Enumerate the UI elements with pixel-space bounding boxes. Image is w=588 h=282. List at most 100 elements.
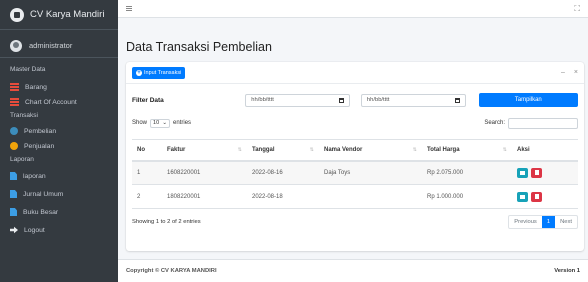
length-control: Show 10 ⌄ entries — [132, 118, 192, 128]
card-tools: – × — [561, 69, 578, 76]
cell-vendor: Daja Toys — [319, 160, 422, 185]
sidebar-item-label: Logout — [24, 226, 45, 234]
sidebar-item-chart-of-account[interactable]: Chart Of Account — [0, 96, 118, 108]
sidebar-item-laporan[interactable]: laporan — [0, 170, 118, 182]
sidebar-item-barang[interactable]: Barang — [0, 81, 118, 93]
user-avatar-icon — [10, 39, 22, 52]
table-row: 2 1808220001 2022-08-18 Rp 1.000.000 — [132, 184, 578, 209]
pagination: Previous 1 Next — [508, 215, 578, 229]
column-header-tanggal[interactable]: Tanggal ⇅ — [247, 139, 319, 162]
file-icon — [10, 190, 17, 198]
minimize-icon[interactable]: – — [561, 69, 565, 76]
calendar-icon[interactable] — [454, 97, 460, 103]
copyright-text: Copyright © CV KARYA MANDIRI — [126, 268, 217, 274]
plus-circle-icon: + — [136, 69, 142, 76]
trash-icon[interactable] — [531, 191, 542, 202]
sidebar-item-label: laporan — [23, 172, 46, 180]
close-icon[interactable]: × — [574, 69, 578, 76]
print-icon[interactable] — [517, 191, 528, 202]
sidebar-item-label: Chart Of Account — [25, 98, 77, 106]
hamburger-menu-icon[interactable] — [126, 6, 132, 11]
date-placeholder: hh/bb/tttt — [251, 97, 274, 103]
main-footer: Copyright © CV KARYA MANDIRI Version 1 — [118, 259, 588, 282]
brand-name: CV Karya Mandiri — [30, 9, 105, 20]
nav-header-transaksi: Transaksi — [10, 112, 38, 119]
length-prefix: Show — [132, 120, 148, 126]
input-transaksi-label: Input Transaksi — [144, 69, 182, 76]
sidebar-item-pembelian[interactable]: Pembelian — [0, 125, 118, 137]
entries-select[interactable]: 10 ⌄ — [150, 118, 171, 128]
sidebar-item-buku-besar[interactable]: Buku Besar — [0, 206, 118, 218]
entries-value: 10 — [153, 120, 160, 126]
user-panel[interactable]: administrator — [0, 34, 118, 58]
page-title: Data Transaksi Pembelian — [126, 40, 272, 54]
tampilkan-button[interactable]: Tampilkan — [478, 93, 579, 107]
nav-header-master-data: Master Data — [10, 66, 46, 73]
content-wrapper: ⛶ Data Transaksi Pembelian + Input Trans… — [118, 0, 588, 282]
cell-no: 2 — [132, 184, 162, 209]
fullscreen-icon[interactable]: ⛶ — [574, 4, 580, 14]
filter-label: Filter Data — [132, 96, 164, 104]
table-icon — [10, 98, 19, 106]
input-transaksi-button[interactable]: + Input Transaksi — [132, 66, 186, 79]
cell-total: Rp 1.000.000 — [422, 184, 512, 209]
sidebar: CV Karya Mandiri administrator Master Da… — [0, 0, 118, 282]
card-header: + Input Transaksi – × — [126, 62, 584, 84]
transactions-table: No Faktur ⇅ Tanggal ⇅ Nama Vendor ⇅ Total H… — [132, 139, 578, 209]
nav-header-laporan: Laporan — [10, 156, 34, 163]
trash-icon[interactable] — [531, 167, 542, 178]
cell-actions — [512, 160, 578, 185]
previous-page-button[interactable]: Previous — [509, 216, 542, 228]
sidebar-item-label: Penjualan — [24, 142, 55, 150]
column-header-vendor[interactable]: Nama Vendor ⇅ — [319, 139, 422, 162]
brand-link[interactable]: CV Karya Mandiri — [0, 0, 118, 30]
chevron-down-icon: ⌄ — [162, 120, 168, 126]
search-label: Search: — [484, 120, 505, 126]
cell-faktur: 1808220001 — [162, 184, 247, 209]
filter-row: Filter Data hh/bb/tttt hh/bb/tttt Tampil… — [132, 92, 579, 108]
end-date-input[interactable]: hh/bb/tttt — [360, 93, 466, 107]
next-page-button[interactable]: Next — [555, 216, 577, 228]
table-footer: Showing 1 to 2 of 2 entries Previous 1 N… — [132, 215, 578, 229]
brand-logo-icon — [10, 7, 24, 22]
circle-icon — [10, 127, 18, 135]
column-header-no[interactable]: No — [132, 139, 162, 162]
sort-icon: ⇅ — [309, 147, 314, 153]
page-1-button[interactable]: 1 — [541, 216, 556, 228]
length-suffix: entries — [173, 120, 192, 126]
date-placeholder: hh/bb/tttt — [366, 97, 390, 103]
print-icon[interactable] — [517, 167, 528, 178]
sort-icon: ⇅ — [237, 147, 242, 153]
start-date-input[interactable]: hh/bb/tttt — [245, 93, 350, 107]
table-header-row: No Faktur ⇅ Tanggal ⇅ Nama Vendor ⇅ Total H… — [132, 139, 578, 162]
sidebar-item-label: Buku Besar — [23, 208, 59, 216]
column-header-total[interactable]: Total Harga ⇅ — [422, 139, 512, 162]
cell-no: 1 — [132, 160, 162, 185]
search-control: Search: — [484, 117, 578, 129]
cell-tanggal: 2022-08-16 — [247, 160, 319, 185]
circle-icon — [10, 142, 18, 150]
file-icon — [10, 208, 17, 216]
user-name: administrator — [29, 41, 73, 50]
cell-total: Rp 2.075.000 — [422, 160, 512, 185]
entries-info: Showing 1 to 2 of 2 entries — [132, 219, 201, 225]
cell-actions — [512, 184, 578, 209]
sidebar-item-label: Pembelian — [24, 127, 57, 135]
calendar-icon[interactable] — [338, 97, 344, 103]
sidebar-item-label: Barang — [25, 83, 47, 91]
sidebar-item-penjualan[interactable]: Penjualan — [0, 140, 118, 152]
transaction-card: + Input Transaksi – × Filter Data hh/bb/… — [126, 62, 584, 251]
file-icon — [10, 172, 17, 180]
column-header-faktur[interactable]: Faktur ⇅ — [162, 139, 247, 162]
column-header-aksi[interactable]: Aksi — [512, 139, 578, 162]
table-row: 1 1608220001 2022-08-16 Daja Toys Rp 2.0… — [132, 160, 578, 185]
sidebar-item-jurnal-umum[interactable]: Jurnal Umum — [0, 188, 118, 200]
table-controls: Show 10 ⌄ entries Search: — [132, 116, 578, 130]
sidebar-item-logout[interactable]: Logout — [0, 224, 118, 236]
version-text: Version 1 — [554, 268, 580, 274]
cell-tanggal: 2022-08-18 — [247, 184, 319, 209]
cell-faktur: 1608220001 — [162, 160, 247, 185]
sort-icon: ⇅ — [412, 147, 417, 153]
search-input[interactable] — [508, 117, 578, 129]
top-navbar: ⛶ — [118, 0, 588, 18]
